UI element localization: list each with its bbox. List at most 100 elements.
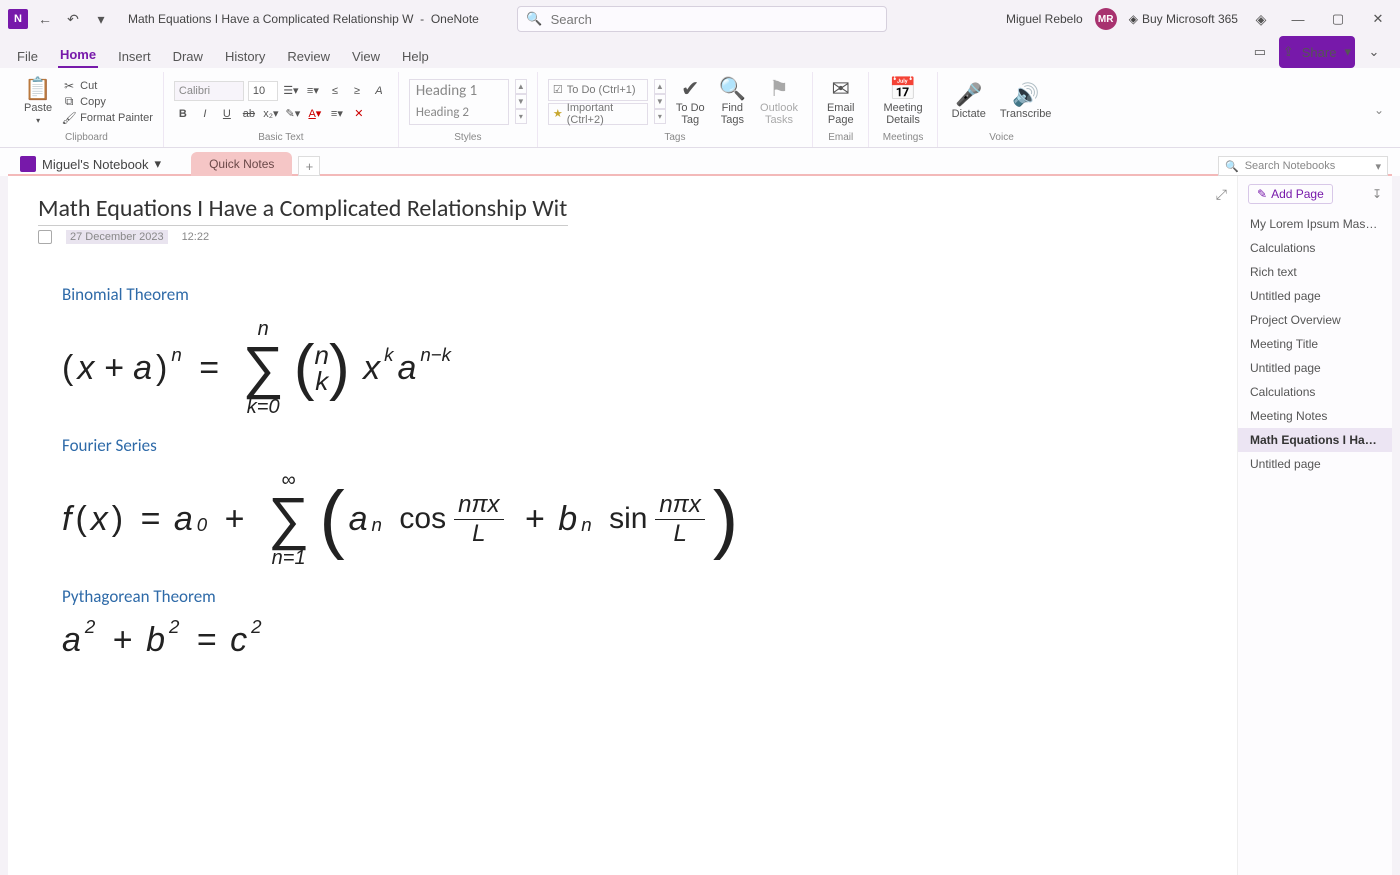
tag-important[interactable]: ★Important (Ctrl+2) xyxy=(548,103,648,125)
titlebar: N ← ↶ ▾ Math Equations I Have a Complica… xyxy=(0,0,1400,38)
maximize-button[interactable]: ▢ xyxy=(1324,5,1352,33)
tab-home[interactable]: Home xyxy=(58,43,98,68)
align-button[interactable]: ≡▾ xyxy=(328,105,346,123)
share-button[interactable]: ⇪ Share ▾ xyxy=(1279,36,1355,68)
notebook-bar: Miguel's Notebook ▾ Quick Notes + 🔍 Sear… xyxy=(0,148,1400,176)
section-tab-quicknotes[interactable]: Quick Notes xyxy=(191,152,292,176)
page-list-item[interactable]: Untitled page xyxy=(1238,284,1392,308)
italic-button[interactable]: I xyxy=(196,105,214,123)
tab-history[interactable]: History xyxy=(223,45,267,68)
font-name-select[interactable]: Calibri xyxy=(174,81,244,101)
styles-more[interactable]: ▾ xyxy=(515,109,527,124)
todo-tag-button[interactable]: ✔To Do Tag xyxy=(672,76,709,128)
page-list-item[interactable]: Calculations xyxy=(1238,236,1392,260)
font-color-button[interactable]: A▾ xyxy=(306,105,324,123)
premium-icon[interactable]: ◈ xyxy=(1250,8,1272,30)
mode-switch-icon[interactable]: ▭ xyxy=(1249,41,1271,63)
strike-button[interactable]: ab xyxy=(240,105,258,123)
tab-view[interactable]: View xyxy=(350,45,382,68)
buy-m365-button[interactable]: ◈ Buy Microsoft 365 xyxy=(1129,12,1238,26)
delete-button[interactable]: ✕ xyxy=(350,105,368,123)
bullets-button[interactable]: ☰▾ xyxy=(282,82,300,100)
underline-button[interactable]: U xyxy=(218,105,236,123)
page-list-item[interactable]: Untitled page xyxy=(1238,356,1392,380)
search-notebooks[interactable]: 🔍 Search Notebooks ▾ xyxy=(1218,156,1388,176)
page-list-item[interactable]: Rich text xyxy=(1238,260,1392,284)
tags-more[interactable]: ▾ xyxy=(654,109,666,124)
page-canvas[interactable]: ⤢ 27 December 2023 12:22 Binomial Theore… xyxy=(8,176,1237,875)
styles-up[interactable]: ▲ xyxy=(515,79,527,94)
clear-format-button[interactable]: A xyxy=(370,82,388,100)
checkbox-icon: ☑ xyxy=(553,83,563,96)
style-heading1[interactable]: Heading 1 xyxy=(410,80,508,102)
chevron-down-icon: ▾ xyxy=(1375,160,1381,173)
find-tags-button[interactable]: 🔍Find Tags xyxy=(715,76,750,128)
tags-up[interactable]: ▲ xyxy=(654,79,666,94)
tab-review[interactable]: Review xyxy=(285,45,332,68)
back-button[interactable]: ← xyxy=(34,8,56,30)
styles-down[interactable]: ▼ xyxy=(515,94,527,109)
user-avatar[interactable]: MR xyxy=(1095,8,1117,30)
outdent-button[interactable]: ≤ xyxy=(326,82,344,100)
user-name[interactable]: Miguel Rebelo xyxy=(1006,12,1083,26)
numbering-button[interactable]: ≡▾ xyxy=(304,82,322,100)
bold-button[interactable]: B xyxy=(174,105,192,123)
dictate-button[interactable]: 🎤Dictate xyxy=(948,82,990,122)
ribbon-tabs: File Home Insert Draw History Review Vie… xyxy=(0,38,1400,68)
outlook-tasks-button[interactable]: ⚑Outlook Tasks xyxy=(756,76,802,128)
ribbon-options-icon[interactable]: ⌄ xyxy=(1363,41,1385,63)
collapse-ribbon[interactable]: ⌄ xyxy=(1374,103,1390,117)
fullscreen-icon[interactable]: ⤢ xyxy=(1216,186,1227,203)
format-painter-button[interactable]: 🖌Format Painter xyxy=(62,111,153,125)
page-list-item[interactable]: Project Overview xyxy=(1238,308,1392,332)
page-time[interactable]: 12:22 xyxy=(182,231,210,243)
cut-button[interactable]: ✂Cut xyxy=(62,79,153,93)
page-list-item[interactable]: Untitled page xyxy=(1238,452,1392,476)
page-date[interactable]: 27 December 2023 xyxy=(66,230,168,244)
highlight-button[interactable]: ✎▾ xyxy=(284,105,302,123)
group-meetings: 📅Meeting Details Meetings xyxy=(869,72,937,147)
note-content[interactable]: Binomial Theorem (x + a)n = n∑k=0 (nk) x… xyxy=(62,284,1207,660)
subscript-button[interactable]: x₂▾ xyxy=(262,105,280,123)
page-list-panel: ✎ Add Page ↧ My Lorem Ipsum MashupCalcul… xyxy=(1237,176,1392,875)
close-button[interactable]: ✕ xyxy=(1364,5,1392,33)
sort-pages-icon[interactable]: ↧ xyxy=(1372,187,1382,201)
equation-fourier: f(x) = a0 + ∞∑n=1 ( an cos nπxL + bn sin… xyxy=(62,470,1207,568)
transcribe-button[interactable]: 🔊Transcribe xyxy=(996,82,1056,122)
add-page-button[interactable]: ✎ Add Page xyxy=(1248,184,1333,204)
group-clipboard: 📋 Paste ▾ ✂Cut ⧉Copy 🖌Format Painter Cli… xyxy=(10,72,164,147)
email-page-button[interactable]: ✉Email Page xyxy=(823,76,859,128)
calendar-picker-icon[interactable] xyxy=(38,230,52,244)
page-title-input[interactable] xyxy=(38,194,568,226)
meeting-details-button[interactable]: 📅Meeting Details xyxy=(879,76,926,128)
add-section-button[interactable]: + xyxy=(298,156,320,176)
copy-icon: ⧉ xyxy=(62,95,76,109)
font-size-select[interactable]: 10 xyxy=(248,81,278,101)
find-icon: 🔍 xyxy=(719,78,746,100)
page-list-item[interactable]: My Lorem Ipsum Mashup xyxy=(1238,212,1392,236)
tags-down[interactable]: ▼ xyxy=(654,94,666,109)
tag-todo[interactable]: ☑To Do (Ctrl+1) xyxy=(548,79,648,101)
global-search[interactable]: 🔍 Search xyxy=(517,6,887,32)
qat-dropdown[interactable]: ▾ xyxy=(90,8,112,30)
tab-file[interactable]: File xyxy=(15,45,40,68)
tab-insert[interactable]: Insert xyxy=(116,45,153,68)
style-heading2[interactable]: Heading 2 xyxy=(410,102,508,124)
tab-draw[interactable]: Draw xyxy=(171,45,205,68)
page-list-item[interactable]: Calculations xyxy=(1238,380,1392,404)
paste-button[interactable]: 📋 Paste ▾ xyxy=(20,76,56,127)
page-list-item[interactable]: Meeting Title xyxy=(1238,332,1392,356)
undo-button[interactable]: ↶ xyxy=(62,8,84,30)
search-icon: 🔍 xyxy=(1225,160,1239,173)
clipboard-icon: 📋 xyxy=(24,78,51,100)
page-list-item[interactable]: Math Equations I Have a ... xyxy=(1238,428,1392,452)
mic-icon: 🎤 xyxy=(955,84,982,106)
indent-button[interactable]: ≥ xyxy=(348,82,366,100)
group-voice: 🎤Dictate 🔊Transcribe Voice xyxy=(938,72,1066,147)
notebook-selector[interactable]: Miguel's Notebook ▾ xyxy=(10,152,171,176)
minimize-button[interactable]: — xyxy=(1284,5,1312,33)
page-list-item[interactable]: Meeting Notes xyxy=(1238,404,1392,428)
copy-button[interactable]: ⧉Copy xyxy=(62,95,153,109)
chevron-down-icon: ▾ xyxy=(155,156,162,172)
tab-help[interactable]: Help xyxy=(400,45,431,68)
